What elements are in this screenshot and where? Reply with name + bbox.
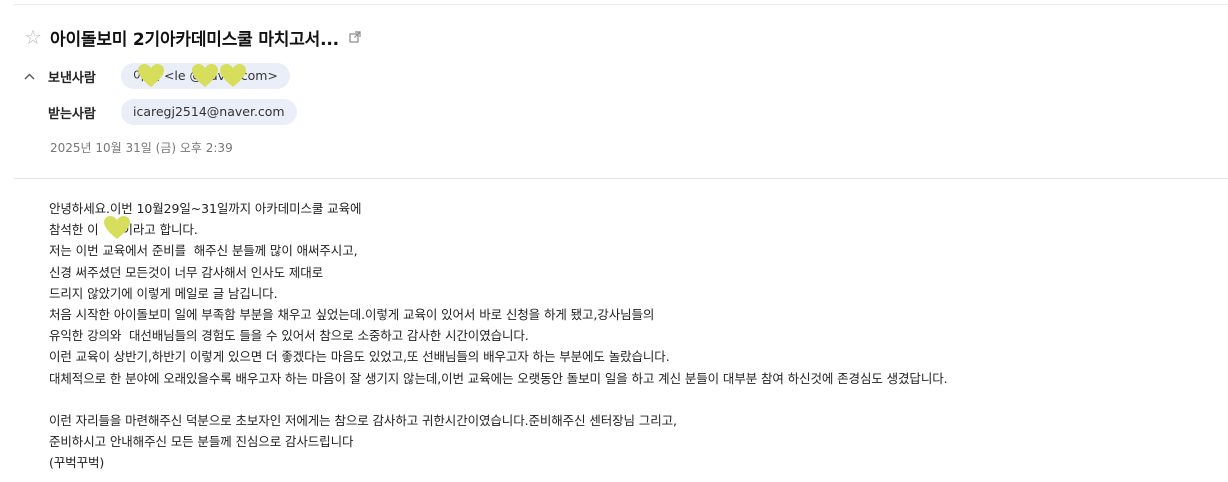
- body-line: [49, 389, 948, 410]
- mail-body: 안녕하세요.이번 10월29일~31일까지 아카데미스쿨 교육에참석한 이 렌이…: [49, 198, 948, 474]
- recipient-row: 받는사람 icaregj2514@naver.com: [24, 98, 297, 126]
- top-divider: [14, 4, 1228, 5]
- external-link-icon[interactable]: [349, 31, 361, 43]
- body-line: 이런 자리들을 마련해주신 덕분으로 초보자인 저에게는 참으로 감사하고 귀한…: [49, 413, 677, 429]
- body-line: 신경 써주셨던 모든것이 너무 감사해서 인사도 제대로: [49, 264, 324, 280]
- subject-row: ☆ 아이돌보미 2기아카데미스쿨 마치고서...: [24, 24, 361, 50]
- chevron-up-icon[interactable]: [24, 73, 42, 80]
- star-icon[interactable]: ☆: [24, 27, 46, 47]
- recipient-chip[interactable]: icaregj2514@naver.com: [121, 99, 297, 125]
- body-line: 준비하시고 안내해주신 모든 분들께 진심으로 감사드립니다: [49, 434, 354, 450]
- header-divider: [14, 178, 1228, 179]
- recipient-label: 받는사람: [48, 106, 96, 122]
- body-line: 참석한 이 렌이라고 합니다.: [49, 222, 198, 238]
- body-line: (꾸벅꾸벅): [49, 455, 105, 471]
- mail-subject: 아이돌보미 2기아카데미스쿨 마치고서...: [50, 29, 339, 50]
- sender-chip[interactable]: 이 렌 <le @naver.com>: [121, 63, 290, 89]
- body-line: 드리지 않았기에 이렇게 메일로 글 남깁니다.: [49, 285, 278, 301]
- sender-row: 보낸사람 이 렌 <le @naver.com>: [24, 62, 290, 90]
- body-line: 이런 교육이 상반기,하반기 이렇게 있으면 더 좋겠다는 마음도 있었고,또 …: [49, 349, 670, 365]
- sender-label: 보낸사람: [48, 70, 96, 86]
- body-line: 유익한 강의와 대선배님들의 경험도 들을 수 있어서 참으로 소중하고 감사한…: [49, 328, 529, 344]
- body-line: 처음 시작한 아이돌보미 일에 부족함 부분을 채우고 싶었는데.이렇게 교육이…: [49, 307, 655, 323]
- body-line: 저는 이번 교육에서 준비를 해주신 분들께 많이 애써주시고,: [49, 243, 358, 259]
- body-line: 대체적으로 한 분야에 오래있을수록 배우고자 하는 마음이 잘 생기지 않는데…: [49, 370, 948, 386]
- mail-date: 2025년 10월 31일 (금) 오후 2:39: [50, 141, 233, 155]
- body-line: 안녕하세요.이번 10월29일~31일까지 아카데미스쿨 교육에: [49, 201, 362, 216]
